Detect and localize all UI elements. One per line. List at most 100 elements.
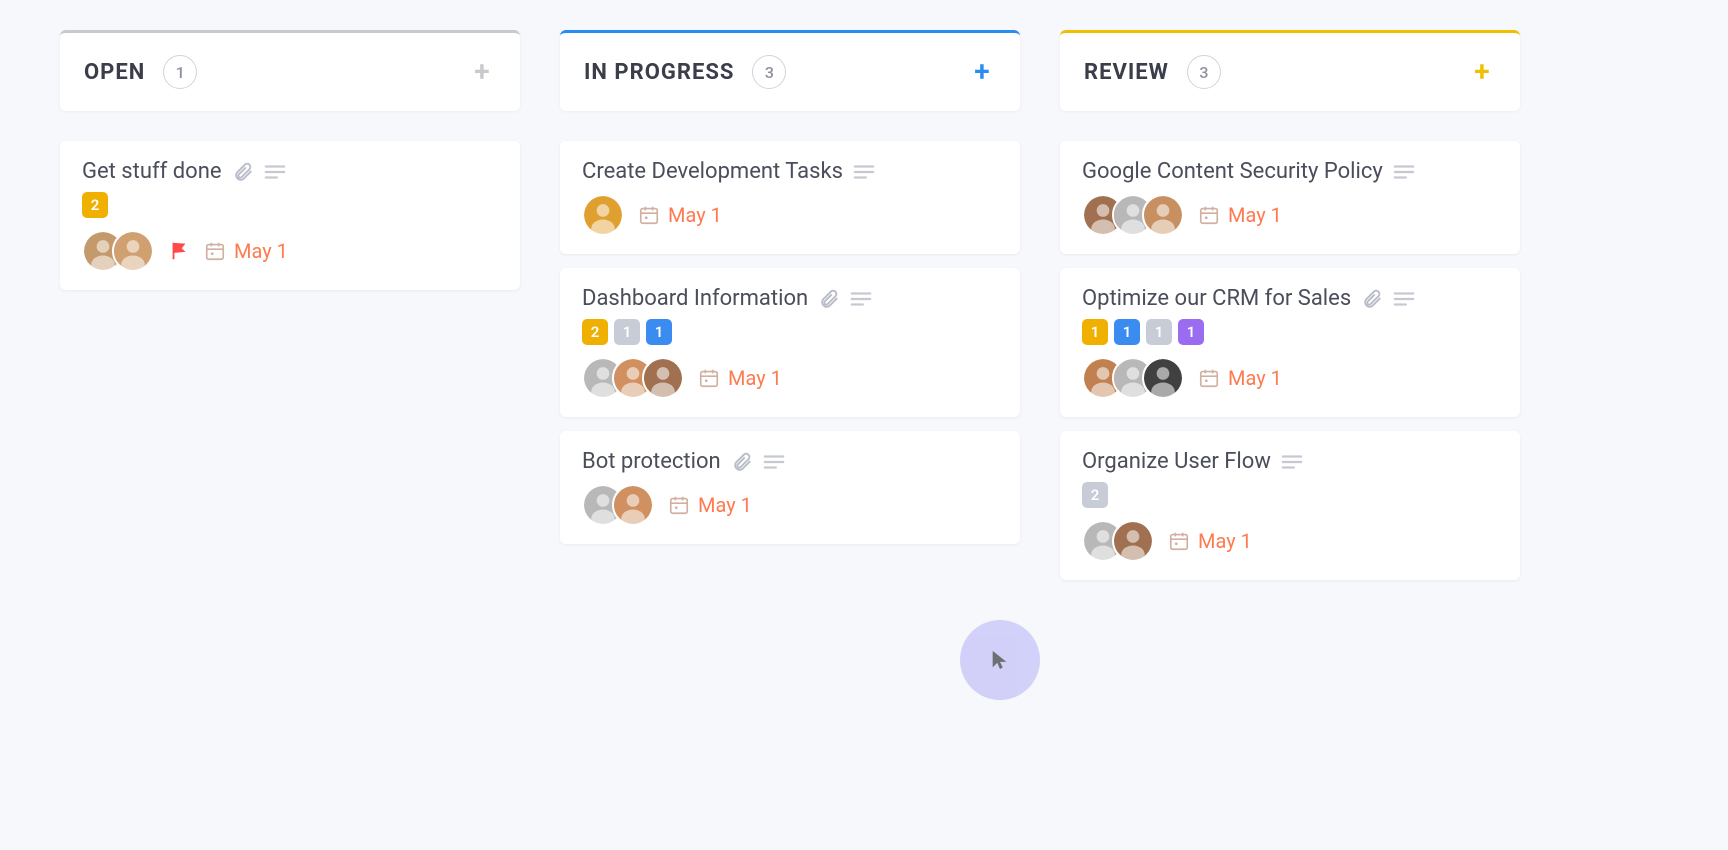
due-date[interactable]: May 1 — [1168, 529, 1252, 553]
card-title-row: Create Development Tasks — [582, 159, 998, 184]
cursor-icon — [989, 649, 1011, 671]
description-icon — [1393, 163, 1415, 181]
add-task-button[interactable]: + — [468, 58, 496, 86]
card-footer: May 1 — [1082, 194, 1498, 236]
avatar[interactable] — [612, 484, 654, 526]
column-count-badge: 3 — [752, 55, 786, 89]
card-title-row: Get stuff done — [82, 159, 498, 184]
card-footer: May 1 — [1082, 520, 1498, 562]
avatar-group — [582, 357, 684, 399]
column-header: IN PROGRESS 3 + — [560, 30, 1020, 111]
badges-row: 2 — [82, 192, 498, 218]
card-title: Google Content Security Policy — [1082, 159, 1383, 184]
column-open: OPEN 1 + Get stuff done 2 May 1 — [60, 30, 520, 594]
calendar-icon — [668, 494, 690, 516]
flag-icon — [168, 239, 190, 263]
attachment-icon — [731, 451, 753, 473]
task-card[interactable]: Get stuff done 2 May 1 — [60, 141, 520, 290]
column-title: IN PROGRESS — [584, 60, 734, 85]
badges-row: 1111 — [1082, 319, 1498, 345]
card-title: Optimize our CRM for Sales — [1082, 286, 1351, 311]
description-icon — [264, 163, 286, 181]
subtask-badge: 2 — [582, 319, 608, 345]
card-title-row: Google Content Security Policy — [1082, 159, 1498, 184]
task-card[interactable]: Organize User Flow 2 May 1 — [1060, 431, 1520, 580]
subtask-badge: 2 — [82, 192, 108, 218]
avatar-group — [82, 230, 154, 272]
card-title-row: Organize User Flow — [1082, 449, 1498, 474]
card-footer: May 1 — [1082, 357, 1498, 399]
card-title-row: Dashboard Information — [582, 286, 998, 311]
avatar-group — [1082, 194, 1184, 236]
subtask-badge: 1 — [646, 319, 672, 345]
calendar-icon — [698, 367, 720, 389]
card-title: Organize User Flow — [1082, 449, 1271, 474]
avatar-group — [582, 484, 654, 526]
task-card[interactable]: Google Content Security Policy May 1 — [1060, 141, 1520, 254]
subtask-badge: 1 — [1178, 319, 1204, 345]
avatar[interactable] — [112, 230, 154, 272]
avatar-group — [1082, 357, 1184, 399]
badges-row: 211 — [582, 319, 998, 345]
card-footer: May 1 — [82, 230, 498, 272]
date-text: May 1 — [698, 493, 752, 517]
add-task-button[interactable]: + — [968, 58, 996, 86]
card-title: Dashboard Information — [582, 286, 808, 311]
description-icon — [763, 453, 785, 471]
kanban-board: OPEN 1 + Get stuff done 2 May 1 IN PROGR… — [60, 30, 1668, 594]
calendar-icon — [638, 204, 660, 226]
card-footer: May 1 — [582, 194, 998, 236]
column-count-badge: 3 — [1187, 55, 1221, 89]
date-text: May 1 — [1228, 366, 1282, 390]
date-text: May 1 — [668, 203, 722, 227]
subtask-badge: 1 — [1082, 319, 1108, 345]
card-title: Create Development Tasks — [582, 159, 843, 184]
subtask-badge: 1 — [1114, 319, 1140, 345]
avatar-group — [582, 194, 624, 236]
subtask-badge: 1 — [614, 319, 640, 345]
cursor-highlight — [960, 620, 1040, 700]
badges-row: 2 — [1082, 482, 1498, 508]
column-header: OPEN 1 + — [60, 30, 520, 111]
avatar[interactable] — [1142, 357, 1184, 399]
calendar-icon — [1198, 367, 1220, 389]
column-title: REVIEW — [1084, 60, 1169, 85]
card-title-row: Optimize our CRM for Sales — [1082, 286, 1498, 311]
description-icon — [850, 290, 872, 308]
column-count-badge: 1 — [163, 55, 197, 89]
avatar-group — [1082, 520, 1154, 562]
description-icon — [1281, 453, 1303, 471]
due-date[interactable]: May 1 — [204, 239, 288, 263]
due-date[interactable]: May 1 — [638, 203, 722, 227]
description-icon — [853, 163, 875, 181]
card-title: Bot protection — [582, 449, 721, 474]
subtask-badge: 2 — [1082, 482, 1108, 508]
calendar-icon — [1198, 204, 1220, 226]
avatar[interactable] — [1112, 520, 1154, 562]
task-card[interactable]: Dashboard Information 211 May 1 — [560, 268, 1020, 417]
avatar[interactable] — [1142, 194, 1184, 236]
calendar-icon — [204, 240, 226, 262]
avatar[interactable] — [582, 194, 624, 236]
card-footer: May 1 — [582, 484, 998, 526]
task-card[interactable]: Create Development Tasks May 1 — [560, 141, 1020, 254]
description-icon — [1393, 290, 1415, 308]
date-text: May 1 — [728, 366, 782, 390]
column-review: REVIEW 3 + Google Content Security Polic… — [1060, 30, 1520, 594]
avatar[interactable] — [642, 357, 684, 399]
due-date[interactable]: May 1 — [1198, 366, 1282, 390]
due-date[interactable]: May 1 — [668, 493, 752, 517]
date-text: May 1 — [1198, 529, 1252, 553]
attachment-icon — [1361, 288, 1383, 310]
column-title: OPEN — [84, 60, 145, 85]
card-footer: May 1 — [582, 357, 998, 399]
task-card[interactable]: Optimize our CRM for Sales 1111 May 1 — [1060, 268, 1520, 417]
due-date[interactable]: May 1 — [1198, 203, 1282, 227]
add-task-button[interactable]: + — [1468, 58, 1496, 86]
due-date[interactable]: May 1 — [698, 366, 782, 390]
attachment-icon — [232, 161, 254, 183]
date-text: May 1 — [234, 239, 288, 263]
task-card[interactable]: Bot protection May 1 — [560, 431, 1020, 544]
card-title: Get stuff done — [82, 159, 222, 184]
date-text: May 1 — [1228, 203, 1282, 227]
